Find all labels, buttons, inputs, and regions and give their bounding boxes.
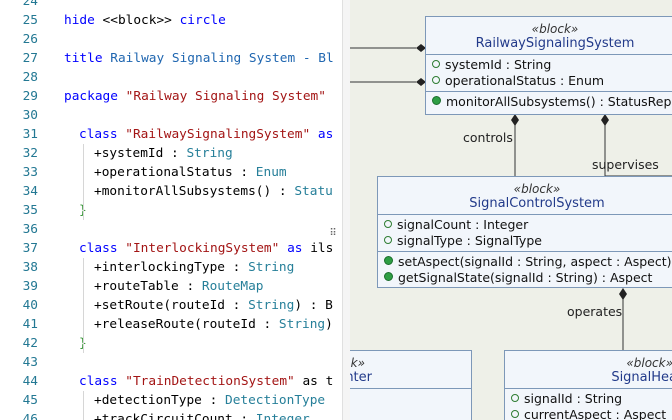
- code-line-32: +systemId : String: [94, 146, 233, 161]
- code-line-38: +interlockingType : String: [94, 260, 295, 275]
- block-header: «block» SignalControlSystem: [378, 177, 672, 215]
- code-line-45: +detectionType : DetectionType: [94, 393, 326, 408]
- code-line-41: +releaseRoute(routeId : String): [94, 317, 333, 332]
- block-name: RailwaySignalingSystem: [475, 36, 635, 51]
- indent-guide: [83, 391, 84, 420]
- code-area[interactable]: hide <<block>> circle title Railway Sign…: [64, 0, 342, 420]
- code-line-39: +routeTable : RouteMap: [94, 279, 264, 294]
- label-operates: operates: [567, 304, 623, 319]
- line-number: 36: [22, 222, 38, 237]
- stereotype: «block»: [513, 182, 561, 196]
- operations: setAspect(signalId : String, aspect : As…: [378, 252, 672, 288]
- diagram-preview[interactable]: «block» RailwaySignalingSystem systemId …: [350, 0, 672, 420]
- block-signal-control-system[interactable]: «block» SignalControlSystem signalCount …: [377, 176, 672, 288]
- code-line-37: class "InterlockingSystem" as ils: [79, 241, 334, 256]
- block-railway-signaling-system[interactable]: «block» RailwaySignalingSystem systemId …: [425, 16, 672, 115]
- public-attribute-icon: [511, 394, 519, 402]
- stereotype: «block»: [531, 22, 579, 36]
- block-name: SignalControlSystem: [469, 196, 605, 211]
- line-number: 26: [22, 32, 38, 47]
- code-line-25: hide <<block>> circle: [64, 13, 226, 28]
- line-number: 28: [22, 70, 38, 85]
- code-line-31: class "RailwaySignalingSystem" as: [79, 127, 334, 142]
- line-number: 37: [22, 241, 38, 256]
- public-method-icon: [384, 256, 393, 265]
- indent-guide: [83, 258, 84, 353]
- composition-diamond: [511, 114, 519, 126]
- block-header: «block» SignalHea: [505, 351, 672, 389]
- block-name: unter: [350, 370, 372, 385]
- composition-diamond: [619, 288, 627, 300]
- attributes: signalCount : Integer signalType : Signa…: [378, 215, 672, 252]
- line-number: 33: [22, 165, 38, 180]
- code-line-40: +setRoute(routeId : String) : B: [94, 298, 333, 313]
- line-number: 29: [22, 89, 38, 104]
- public-attribute-icon: [384, 220, 392, 228]
- attribute: signalId : String: [511, 391, 672, 407]
- label-controls: controls: [463, 130, 513, 145]
- line-number: 32: [22, 146, 38, 161]
- block-name: SignalHea: [611, 370, 672, 385]
- code-line-44: class "TrainDetectionSystem" as t: [79, 374, 334, 389]
- line-number: 41: [22, 317, 38, 332]
- public-attribute-icon: [384, 236, 392, 244]
- code-line-33: +operationalStatus : Enum: [94, 165, 287, 180]
- line-number: 24: [22, 0, 38, 9]
- line-number: 42: [22, 336, 38, 351]
- operation: getSignalState(signalId : String) : Aspe…: [384, 270, 672, 286]
- stereotype: «block»: [626, 356, 672, 370]
- operation: setAspect(signalId : String, aspect : As…: [384, 254, 672, 270]
- line-number: 27: [22, 51, 38, 66]
- block-header: «block» RailwaySignalingSystem: [426, 17, 672, 55]
- code-editor[interactable]: 24 25 26 27 28 29 30 31 32 33 34 35 36 37 38 39 40 41 42 43…: [0, 0, 342, 420]
- block-train-detection-counter[interactable]: k» unter: [350, 350, 472, 420]
- attribute: operationalStatus : Enum: [432, 73, 672, 89]
- public-method-icon: [384, 272, 393, 281]
- public-attribute-icon: [511, 410, 519, 418]
- attributes: signalId : String currentAspect : Aspect: [505, 389, 672, 420]
- line-number: 35: [22, 203, 38, 218]
- code-line-34: +monitorAllSubsystems() : Statu: [94, 184, 333, 199]
- line-number: 45: [22, 393, 38, 408]
- attribute: signalType : SignalType: [384, 233, 672, 249]
- stereotype: k»: [350, 356, 365, 370]
- line-number: 30: [22, 108, 38, 123]
- operations: monitorAllSubsystems() : StatusRep: [426, 92, 672, 112]
- public-attribute-icon: [432, 76, 440, 84]
- composition-diamond: [601, 114, 609, 126]
- label-supervises: supervises: [592, 157, 659, 172]
- line-number: 40: [22, 298, 38, 313]
- line-number: 38: [22, 260, 38, 275]
- line-number: 44: [22, 374, 38, 389]
- block-signal-head[interactable]: «block» SignalHea signalId : String curr…: [504, 350, 672, 420]
- line-number-gutter: 24 25 26 27 28 29 30 31 32 33 34 35 36 37 38 39 40 41 42 43…: [0, 0, 40, 420]
- indent-guide: [83, 144, 84, 220]
- drag-handle-icon[interactable]: ⠿: [327, 227, 339, 241]
- line-number: 31: [22, 127, 38, 142]
- attribute: systemId : String: [432, 57, 672, 73]
- line-number: 43: [22, 355, 38, 370]
- line-number: 34: [22, 184, 38, 199]
- line-number: 46: [22, 412, 38, 420]
- line-number: 25: [22, 13, 38, 28]
- attribute: signalCount : Integer: [384, 217, 672, 233]
- attributes: systemId : String operationalStatus : En…: [426, 55, 672, 92]
- operation: monitorAllSubsystems() : StatusRep: [432, 94, 672, 110]
- public-method-icon: [432, 96, 441, 105]
- public-attribute-icon: [432, 60, 440, 68]
- block-header: k» unter: [350, 351, 471, 389]
- code-line-46: +trackCircuitCount : Integer: [94, 412, 310, 420]
- line-number: 39: [22, 279, 38, 294]
- code-line-27: title Railway Signaling System - Bl: [64, 51, 334, 66]
- attribute: currentAspect : Aspect: [511, 407, 672, 420]
- code-line-29: package "Railway Signaling System": [64, 89, 326, 104]
